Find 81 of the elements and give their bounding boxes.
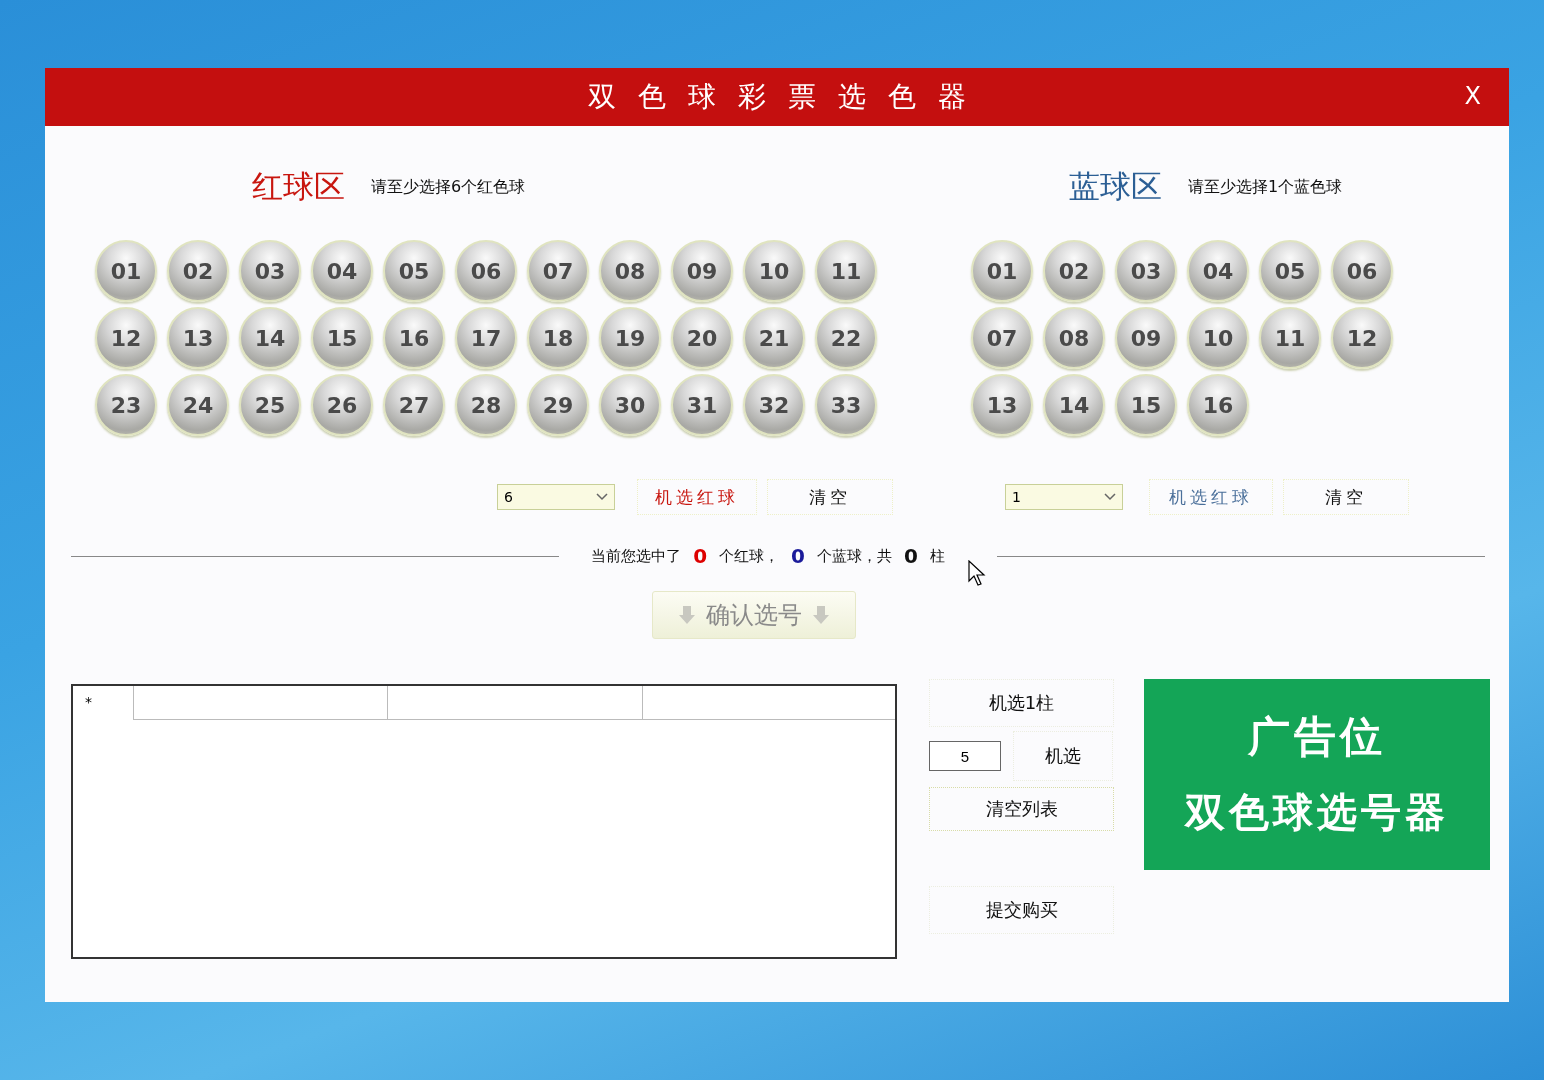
random-pick-button[interactable]: 机选红球	[637, 479, 757, 515]
number-ball[interactable]: 08	[599, 240, 661, 302]
number-ball[interactable]: 14	[239, 307, 301, 369]
count-dropdown[interactable]: 6	[497, 484, 615, 510]
number-ball[interactable]: 13	[167, 307, 229, 369]
number-ball[interactable]: 16	[1187, 374, 1249, 436]
number-ball[interactable]: 09	[1115, 307, 1177, 369]
number-ball[interactable]: 27	[383, 374, 445, 436]
arrow-down-icon	[812, 605, 830, 625]
chevron-down-icon	[596, 493, 608, 501]
summary-text: 个蓝球，共	[816, 546, 892, 566]
zone-title: 红球区	[252, 167, 345, 206]
number-ball[interactable]: 21	[743, 307, 805, 369]
number-ball[interactable]: 02	[1043, 240, 1105, 302]
number-ball[interactable]: 18	[527, 307, 589, 369]
row-marker: *	[84, 693, 93, 712]
zone-hint: 请至少选择6个红色球	[371, 176, 526, 198]
number-ball[interactable]: 05	[1259, 240, 1321, 302]
submit-button[interactable]: 提交购买	[929, 886, 1114, 934]
count-field[interactable]: 5	[929, 741, 1001, 771]
number-ball[interactable]: 29	[527, 374, 589, 436]
ad-subtitle: 双色球选号器	[1185, 788, 1449, 837]
number-ball[interactable]: 07	[527, 240, 589, 302]
number-ball[interactable]: 19	[599, 307, 661, 369]
number-ball[interactable]: 26	[311, 374, 373, 436]
number-ball[interactable]: 31	[671, 374, 733, 436]
number-ball[interactable]: 22	[815, 307, 877, 369]
number-ball[interactable]: 12	[1331, 307, 1393, 369]
random-one-button[interactable]: 机选1柱	[929, 679, 1114, 727]
number-ball[interactable]: 15	[311, 307, 373, 369]
number-ball[interactable]: 24	[167, 374, 229, 436]
number-ball[interactable]: 01	[95, 240, 157, 302]
number-ball[interactable]: 11	[815, 240, 877, 302]
summary-text: 个红球，	[719, 546, 780, 566]
number-ball[interactable]: 15	[1115, 374, 1177, 436]
zone-hint: 请至少选择1个蓝色球	[1188, 176, 1343, 198]
number-ball[interactable]: 06	[1331, 240, 1393, 302]
random-pick-button[interactable]: 机选	[1013, 731, 1113, 781]
summary-text: 当前您选中了	[591, 546, 682, 566]
number-ball[interactable]: 16	[383, 307, 445, 369]
number-ball[interactable]: 04	[1187, 240, 1249, 302]
number-ball[interactable]: 10	[743, 240, 805, 302]
summary-text: 柱	[929, 546, 945, 566]
clear-button[interactable]: 清空	[767, 479, 893, 515]
selected-count: 0	[791, 544, 805, 568]
ad-title: 广告位	[1248, 711, 1386, 763]
number-ball[interactable]: 01	[971, 240, 1033, 302]
selected-count: 0	[693, 544, 708, 568]
clear-button[interactable]: 清空	[1283, 479, 1409, 515]
number-ball[interactable]: 14	[1043, 374, 1105, 436]
number-ball[interactable]: 23	[95, 374, 157, 436]
number-ball[interactable]: 25	[239, 374, 301, 436]
number-ball[interactable]: 06	[455, 240, 517, 302]
number-ball[interactable]: 09	[671, 240, 733, 302]
close-button[interactable]: X	[1464, 82, 1481, 110]
window-title: 双色球彩票选色器	[587, 79, 988, 115]
number-ball[interactable]: 28	[455, 374, 517, 436]
number-ball[interactable]: 07	[971, 307, 1033, 369]
arrow-down-icon	[678, 605, 696, 625]
number-ball[interactable]: 03	[239, 240, 301, 302]
chevron-down-icon	[1104, 493, 1116, 501]
number-ball[interactable]: 17	[455, 307, 517, 369]
clear-list-button[interactable]: 清空列表	[929, 787, 1114, 831]
number-ball[interactable]: 30	[599, 374, 661, 436]
number-ball[interactable]: 02	[167, 240, 229, 302]
number-ball[interactable]: 11	[1259, 307, 1321, 369]
number-ball[interactable]: 08	[1043, 307, 1105, 369]
number-ball[interactable]: 05	[383, 240, 445, 302]
total-count: 0	[903, 544, 918, 568]
mouse-pointer-icon	[968, 560, 986, 586]
random-pick-button[interactable]: 机选红球	[1149, 479, 1273, 515]
number-ball[interactable]: 33	[815, 374, 877, 436]
zone-title: 蓝球区	[1069, 167, 1162, 206]
number-ball[interactable]: 12	[95, 307, 157, 369]
number-ball[interactable]: 04	[311, 240, 373, 302]
number-ball[interactable]: 03	[1115, 240, 1177, 302]
number-ball[interactable]: 20	[671, 307, 733, 369]
count-dropdown[interactable]: 1	[1005, 484, 1123, 510]
number-ball[interactable]: 10	[1187, 307, 1249, 369]
number-ball[interactable]: 32	[743, 374, 805, 436]
number-ball[interactable]: 13	[971, 374, 1033, 436]
